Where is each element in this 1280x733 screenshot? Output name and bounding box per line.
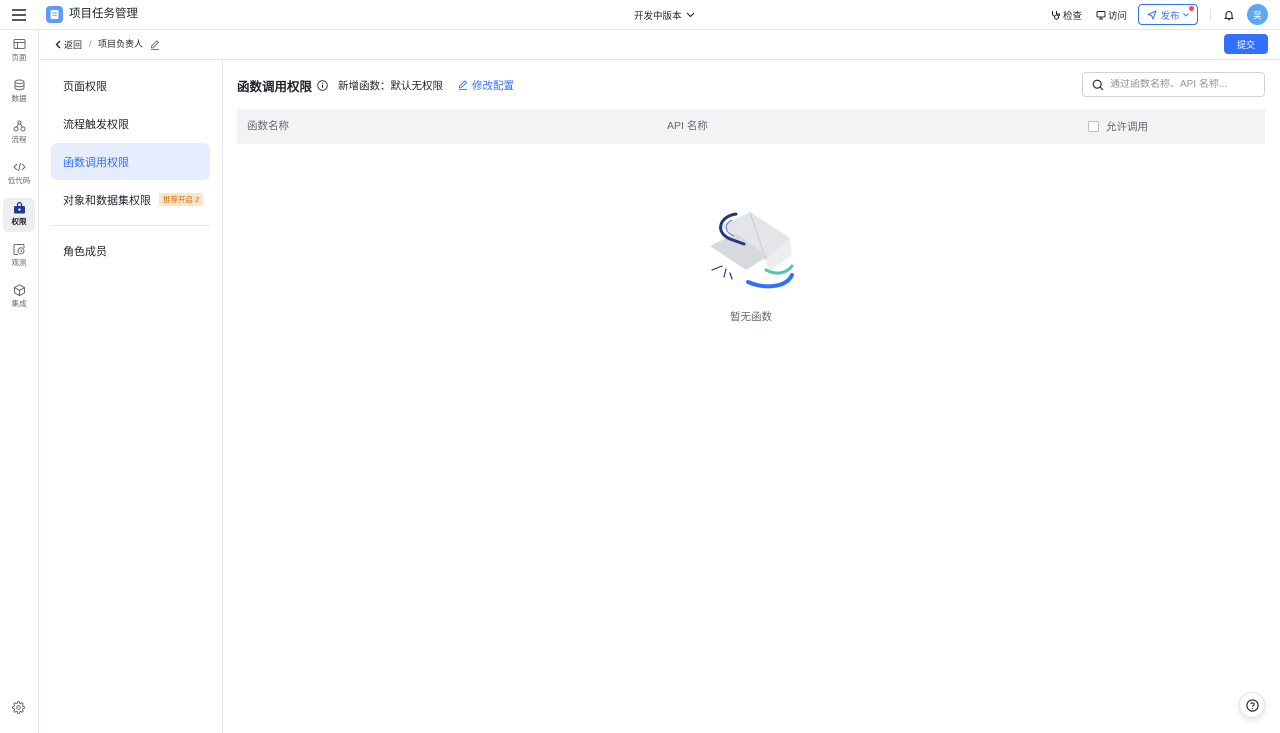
edit-config-link[interactable]: 修改配置: [458, 78, 514, 93]
gear-icon[interactable]: [12, 701, 25, 714]
page-title: 函数调用权限: [237, 79, 313, 94]
rail-item-label: 低代码: [7, 176, 31, 185]
column-header-api-name: API 名称: [667, 120, 708, 132]
publish-button[interactable]: 发布: [1138, 4, 1198, 25]
sidebar-item-label: 页面权限: [63, 80, 107, 93]
sidebar-item-label: 角色成员: [63, 245, 107, 258]
sidebar-item-label: 函数调用权限: [63, 156, 129, 169]
stethoscope-icon: [1051, 10, 1061, 20]
rail-item-page[interactable]: 页面: [3, 34, 35, 68]
rail-item-label: 页面: [11, 53, 27, 62]
edit-icon[interactable]: [150, 40, 160, 50]
publish-label: 发布: [1160, 10, 1180, 22]
help-button[interactable]: [1239, 692, 1265, 718]
page-icon: [13, 38, 26, 50]
main-content: 函数调用权限 新增函数：默认无权限 修改配置 函数名称 API 名称 允许调用: [223, 60, 1280, 733]
column-header-function-name: 函数名称: [247, 120, 289, 132]
permission-icon: [13, 202, 26, 214]
empty-state-text: 暂无函数: [730, 311, 772, 323]
question-icon: [1245, 698, 1259, 712]
top-bar: 项目任务管理 开发中版本 检查 访问 发布 吴: [0, 0, 1280, 30]
version-selector[interactable]: 开发中版本: [634, 0, 695, 29]
check-button[interactable]: 检查: [1051, 0, 1082, 29]
chevron-down-icon: [686, 12, 695, 18]
permission-sidebar: 页面权限 流程触发权限 函数调用权限 对象和数据集权限 推荐开启 2 角色成员: [39, 60, 223, 733]
rail-item-flow[interactable]: 流程: [3, 116, 35, 150]
sidebar-item-flow-trigger-permission[interactable]: 流程触发权限: [51, 105, 210, 142]
search-input[interactable]: [1110, 79, 1260, 90]
search-icon: [1092, 79, 1104, 91]
visit-button[interactable]: 访问: [1096, 0, 1127, 29]
send-icon: [1147, 10, 1157, 20]
rail-item-data[interactable]: 数据: [3, 75, 35, 109]
bell-icon[interactable]: [1223, 9, 1235, 21]
breadcrumb-separator: /: [89, 39, 92, 49]
rail-item-label: 集成: [11, 299, 27, 308]
rail-item-label: 数据: [11, 94, 27, 103]
database-icon: [13, 79, 26, 91]
rail-item-lowcode[interactable]: 低代码: [3, 157, 35, 191]
column-header-label: 允许调用: [1106, 121, 1148, 133]
header-divider: [1210, 9, 1211, 21]
submit-button[interactable]: 提交: [1224, 34, 1268, 54]
sidebar-divider: [51, 225, 210, 226]
chevron-down-icon: [1182, 12, 1189, 17]
observe-icon: [13, 243, 26, 255]
left-rail: 页面 数据 流程 低代码 权限 观测 集成: [0, 30, 39, 733]
sidebar-item-function-call-permission[interactable]: 函数调用权限: [51, 143, 210, 180]
select-all-checkbox[interactable]: [1088, 121, 1099, 132]
back-label: 返回: [64, 40, 83, 50]
edit-icon: [458, 80, 468, 90]
menu-icon[interactable]: [12, 9, 26, 21]
search-box[interactable]: [1082, 72, 1265, 97]
table-header: 函数名称 API 名称 允许调用: [237, 109, 1265, 144]
check-label: 检查: [1063, 10, 1083, 22]
rail-item-label: 观测: [11, 258, 27, 267]
sidebar-item-role-members[interactable]: 角色成员: [51, 232, 210, 269]
sub-header: 返回 / 项目负责人 提交: [39, 30, 1280, 60]
monitor-icon: [1096, 10, 1106, 20]
integration-icon: [13, 284, 26, 296]
sidebar-item-label: 对象和数据集权限: [63, 194, 151, 207]
column-header-allow-call: 允许调用: [1088, 109, 1148, 144]
app-title: 项目任务管理: [69, 8, 138, 20]
role-name: 项目负责人: [98, 39, 144, 49]
rail-item-observe[interactable]: 观测: [3, 239, 35, 273]
title-row: 函数调用权限 新增函数：默认无权限 修改配置: [237, 75, 514, 95]
info-icon[interactable]: [317, 79, 328, 91]
app-logo-icon: [46, 6, 63, 23]
flow-icon: [13, 120, 26, 132]
chevron-left-icon: [55, 40, 61, 49]
rail-item-integration[interactable]: 集成: [3, 280, 35, 314]
back-link[interactable]: 返回: [55, 30, 82, 59]
rail-item-label: 流程: [11, 135, 27, 144]
code-icon: [12, 161, 26, 173]
sidebar-item-object-dataset-permission[interactable]: 对象和数据集权限 推荐开启 2: [51, 181, 210, 218]
edit-config-label: 修改配置: [472, 79, 515, 92]
avatar[interactable]: 吴: [1247, 4, 1268, 25]
rail-item-permission[interactable]: 权限: [3, 198, 35, 232]
empty-illustration: [706, 208, 796, 292]
recommend-badge: 推荐开启 2: [159, 193, 204, 206]
visit-label: 访问: [1108, 10, 1128, 22]
rail-item-label: 权限: [11, 217, 27, 226]
notification-dot: [1189, 6, 1194, 11]
default-policy-text: 新增函数：默认无权限: [338, 79, 444, 92]
sidebar-item-label: 流程触发权限: [63, 118, 129, 131]
version-label: 开发中版本: [634, 10, 682, 22]
sidebar-item-page-permission[interactable]: 页面权限: [51, 67, 210, 104]
